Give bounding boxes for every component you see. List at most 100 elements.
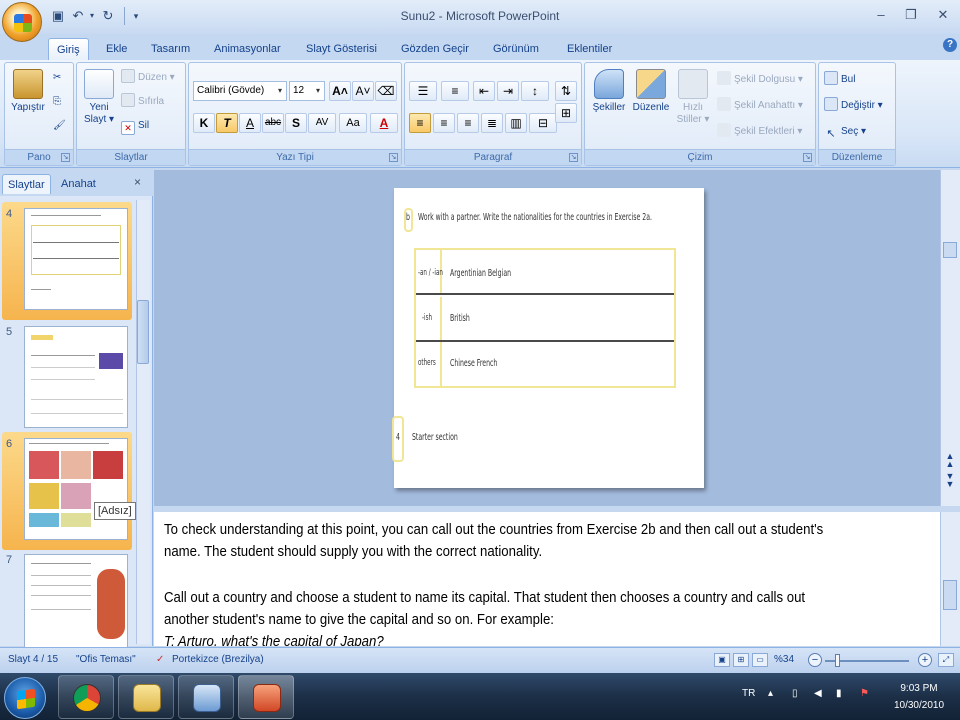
bullets-icon[interactable]: ☰ [409, 81, 437, 101]
volume-icon[interactable]: ◀ [814, 688, 822, 699]
office-button[interactable] [2, 2, 42, 42]
font-dropdown-icon[interactable]: ▾ [274, 82, 286, 100]
spellcheck-icon[interactable]: ✓ [156, 654, 164, 665]
network-app-taskbar-button[interactable] [178, 675, 234, 719]
fit-to-window-icon[interactable]: ⤢ [938, 653, 954, 667]
network-icon[interactable]: ▮ [836, 688, 842, 699]
language-status[interactable]: Portekizce (Brezilya) [172, 654, 264, 665]
tab-anahat[interactable]: Anahat [56, 174, 101, 194]
format-painter-icon[interactable]: 🖌 [53, 117, 66, 135]
powerpoint-taskbar-button[interactable] [238, 675, 294, 719]
theme-name[interactable]: "Ofis Teması" [76, 654, 136, 665]
italic-button[interactable]: T [216, 113, 238, 133]
replace-button[interactable]: Değiştir ▾ [824, 97, 883, 115]
char-spacing-button[interactable]: AV [308, 113, 336, 133]
text-direction-icon[interactable]: ⇅ [555, 81, 577, 101]
action-center-icon[interactable]: ⚑ [860, 688, 869, 699]
new-slide-button[interactable]: Yeni Slayt ▾ [79, 69, 119, 126]
chrome-taskbar-button[interactable] [58, 675, 114, 719]
slide-thumbnail-6[interactable]: 6 [2, 432, 132, 550]
shape-fill-button[interactable]: Şekil Dolgusu ▾ [717, 71, 803, 89]
reset-button[interactable]: Sıfırla [121, 93, 164, 111]
cut-icon[interactable]: ✂ [53, 69, 61, 87]
shapes-button[interactable]: Şekiller [587, 69, 631, 114]
notes-scrollbar[interactable] [940, 512, 960, 646]
zoom-level[interactable]: %34 [774, 654, 794, 665]
zoom-out-icon[interactable]: − [808, 653, 822, 667]
tab-animasyonlar[interactable]: Animasyonlar [206, 38, 289, 60]
shadow-button[interactable]: S [285, 113, 307, 133]
line-spacing-icon[interactable]: ↕ [521, 81, 549, 101]
start-button[interactable] [4, 677, 46, 719]
tab-tasarim[interactable]: Tasarım [143, 38, 198, 60]
paste-button[interactable]: Yapıştır [8, 69, 48, 114]
minimize-button[interactable]: – [870, 6, 892, 24]
slide-thumbnail-7[interactable]: 7 [2, 548, 132, 652]
underline-button[interactable]: A [239, 113, 261, 133]
shape-outline-button[interactable]: Şekil Anahattı ▾ [717, 97, 803, 115]
decrease-indent-icon[interactable]: ⇤ [473, 81, 495, 101]
pane-scrollbar-thumb[interactable] [137, 300, 149, 364]
slide-sorter-icon[interactable]: ⊞ [733, 653, 749, 667]
strikethrough-button[interactable]: abc [262, 113, 284, 133]
grow-font-button[interactable]: A˄ [329, 81, 351, 101]
font-size-combo[interactable]: 12 ▾ [289, 81, 325, 101]
font-launcher-icon[interactable]: ↘ [389, 153, 398, 162]
shape-effects-button[interactable]: Şekil Efektleri ▾ [717, 123, 802, 141]
zoom-in-icon[interactable]: + [918, 653, 932, 667]
smartart-icon[interactable]: ⊞ [555, 103, 577, 123]
select-button[interactable]: ↖ Seç ▾ [824, 123, 866, 141]
slide-canvas[interactable]: b Work with a partner. Write the nationa… [392, 188, 704, 488]
quick-styles-button[interactable]: Hızlı Stiller ▾ [673, 69, 713, 126]
size-dropdown-icon[interactable]: ▾ [312, 82, 324, 100]
normal-view-icon[interactable]: ▣ [714, 653, 730, 667]
shrink-font-button[interactable]: A˅ [352, 81, 374, 101]
tab-slaytlar[interactable]: Slaytlar [2, 174, 51, 194]
align-text-icon[interactable]: ⊟ [529, 113, 557, 133]
drawing-launcher-icon[interactable]: ↘ [803, 153, 812, 162]
bold-button[interactable]: K [193, 113, 215, 133]
device-icon[interactable]: ▯ [792, 688, 798, 699]
slide-thumbnail-4[interactable]: 4 [2, 202, 132, 320]
clock-time[interactable]: 9:03 PM [884, 683, 954, 694]
font-color-button[interactable]: A [370, 113, 398, 133]
notes-scrollbar-thumb[interactable] [943, 580, 957, 610]
change-case-button[interactable]: Aa [339, 113, 367, 133]
justify-icon[interactable]: ≣ [481, 113, 503, 133]
arrange-button[interactable]: Düzenle [629, 69, 673, 114]
tab-eklentiler[interactable]: Eklentiler [559, 38, 620, 60]
paragraph-launcher-icon[interactable]: ↘ [569, 153, 578, 162]
editor-scrollbar-thumb[interactable] [943, 242, 957, 258]
pano-launcher-icon[interactable]: ↘ [61, 153, 70, 162]
pane-scrollbar[interactable] [136, 200, 150, 644]
tab-ekle[interactable]: Ekle [98, 38, 135, 60]
align-center-icon[interactable]: ≡ [433, 113, 455, 133]
pane-close-icon[interactable]: × [134, 175, 141, 189]
layout-button[interactable]: Düzen ▾ [121, 69, 175, 87]
align-left-icon[interactable]: ≡ [409, 113, 431, 133]
explorer-taskbar-button[interactable] [118, 675, 174, 719]
numbering-icon[interactable]: ≡ [441, 81, 469, 101]
delete-slide-button[interactable]: ✕ Sil [121, 117, 149, 135]
clear-format-icon[interactable]: ⌫ [375, 81, 397, 101]
close-button[interactable]: ✕ [932, 6, 954, 24]
zoom-slider-thumb[interactable] [835, 654, 840, 667]
slide-thumbnail-5[interactable]: 5 [2, 320, 132, 438]
tab-gorunum[interactable]: Görünüm [485, 38, 547, 60]
previous-slide-icon[interactable]: ▲ ▲ [944, 452, 956, 469]
columns-icon[interactable]: ▥ [505, 113, 527, 133]
tab-giris[interactable]: Giriş [48, 38, 89, 60]
font-name-combo[interactable]: Calibri (Gövde) ▾ [193, 81, 287, 101]
align-right-icon[interactable]: ≡ [457, 113, 479, 133]
next-slide-icon[interactable]: ▼ ▼ [944, 472, 956, 489]
restore-button[interactable]: ❐ [900, 6, 922, 24]
language-indicator[interactable]: TR [742, 688, 755, 699]
notes-pane[interactable]: To check understanding at this point, yo… [154, 512, 940, 646]
clock-date[interactable]: 10/30/2010 [884, 700, 954, 711]
copy-icon[interactable]: ⎘ [53, 93, 61, 111]
help-icon[interactable]: ? [943, 38, 957, 52]
slideshow-icon[interactable]: ▭ [752, 653, 768, 667]
increase-indent-icon[interactable]: ⇥ [497, 81, 519, 101]
tab-slayt-gosterisi[interactable]: Slayt Gösterisi [298, 38, 385, 60]
find-button[interactable]: Bul [824, 71, 855, 89]
